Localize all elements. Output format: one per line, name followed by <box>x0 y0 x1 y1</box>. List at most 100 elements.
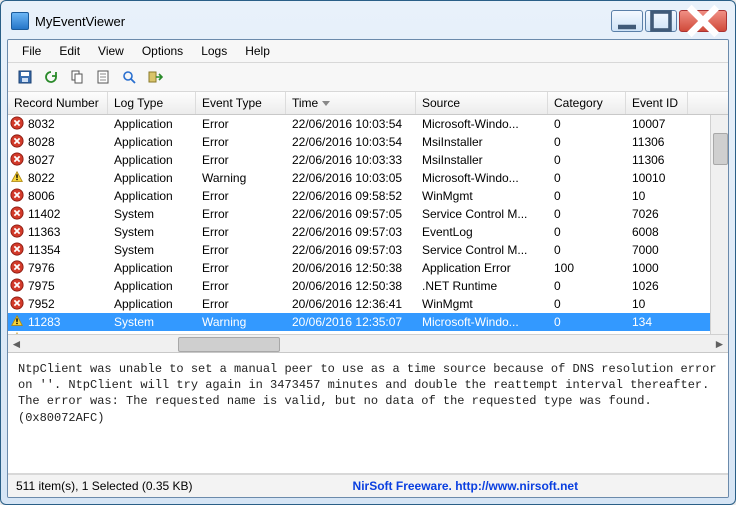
rows-container[interactable]: 8032ApplicationError22/06/2016 10:03:54M… <box>8 115 728 334</box>
cell-event-type: Error <box>196 207 286 221</box>
cell-event-type: Warning <box>196 315 286 329</box>
titlebar[interactable]: MyEventViewer <box>7 7 729 39</box>
vertical-scroll-thumb[interactable] <box>713 133 728 165</box>
cell-event-id: 10010 <box>626 171 688 185</box>
error-icon <box>10 242 24 259</box>
cell-category: 0 <box>548 279 626 293</box>
table-row[interactable]: 8028ApplicationError22/06/2016 10:03:54M… <box>8 133 728 151</box>
copy-icon[interactable] <box>66 66 88 88</box>
record-number: 7952 <box>28 297 55 311</box>
record-number: 8032 <box>28 117 55 131</box>
table-row[interactable]: 8032ApplicationError22/06/2016 10:03:54M… <box>8 115 728 133</box>
column-headers: Record Number Log Type Event Type Time S… <box>8 92 728 115</box>
table-row[interactable]: 8022ApplicationWarning22/06/2016 10:03:0… <box>8 169 728 187</box>
table-row[interactable]: 7975ApplicationError20/06/2016 12:50:38.… <box>8 277 728 295</box>
menu-view[interactable]: View <box>90 42 132 60</box>
cell-category: 0 <box>548 207 626 221</box>
minimize-button[interactable] <box>611 10 643 32</box>
record-number: 7976 <box>28 261 55 275</box>
cell-log-type: Application <box>108 153 196 167</box>
menu-file[interactable]: File <box>14 42 49 60</box>
nirsoft-link[interactable]: NirSoft Freeware. http://www.nirsoft.net <box>353 479 579 493</box>
error-icon <box>10 188 24 205</box>
cell-event-id: 10007 <box>626 117 688 131</box>
cell-source: Microsoft-Windo... <box>416 117 548 131</box>
table-row[interactable]: 8006ApplicationError22/06/2016 09:58:52W… <box>8 187 728 205</box>
cell-record: 8022 <box>8 170 108 187</box>
cell-event-type: Error <box>196 261 286 275</box>
properties-icon[interactable] <box>92 66 114 88</box>
cell-record: 8027 <box>8 152 108 169</box>
vertical-scrollbar[interactable] <box>710 115 728 334</box>
cell-record: 8028 <box>8 134 108 151</box>
col-category[interactable]: Category <box>548 92 626 114</box>
table-row[interactable]: 11363SystemError22/06/2016 09:57:03Event… <box>8 223 728 241</box>
error-icon <box>10 206 24 223</box>
col-log-type[interactable]: Log Type <box>108 92 196 114</box>
detail-pane[interactable]: NtpClient was unable to set a manual pee… <box>8 353 728 474</box>
cell-source: Microsoft-Windo... <box>416 315 548 329</box>
record-number: 11283 <box>28 315 60 329</box>
horizontal-scrollbar[interactable]: ◄ ► <box>8 334 728 352</box>
cell-event-id: 6008 <box>626 225 688 239</box>
table-row[interactable]: 11283SystemWarning20/06/2016 12:35:07Mic… <box>8 313 728 331</box>
col-time-label: Time <box>292 96 318 110</box>
horizontal-scroll-thumb[interactable] <box>178 337 280 352</box>
cell-source: Application Error <box>416 261 548 275</box>
table-row[interactable]: 7976ApplicationError20/06/2016 12:50:38A… <box>8 259 728 277</box>
cell-log-type: Application <box>108 117 196 131</box>
cell-source: MsiInstaller <box>416 153 548 167</box>
cell-event-type: Error <box>196 117 286 131</box>
hscroll-left-arrow-icon[interactable]: ◄ <box>8 335 25 352</box>
cell-category: 0 <box>548 189 626 203</box>
col-record-number[interactable]: Record Number <box>8 92 108 114</box>
table-row[interactable]: 11354SystemError22/06/2016 09:57:03Servi… <box>8 241 728 259</box>
cell-event-id: 134 <box>626 315 688 329</box>
refresh-icon[interactable] <box>40 66 62 88</box>
find-icon[interactable] <box>118 66 140 88</box>
menubar: File Edit View Options Logs Help <box>8 40 728 63</box>
record-number: 8006 <box>28 189 55 203</box>
cell-record: 7976 <box>8 260 108 277</box>
cell-category: 100 <box>548 261 626 275</box>
cell-category: 0 <box>548 135 626 149</box>
cell-log-type: System <box>108 207 196 221</box>
menu-help[interactable]: Help <box>237 42 278 60</box>
error-icon <box>10 134 24 151</box>
cell-time: 20/06/2016 12:50:38 <box>286 279 416 293</box>
cell-event-type: Error <box>196 153 286 167</box>
app-window: MyEventViewer File Edit View Options Log… <box>0 0 736 505</box>
table-row[interactable]: 11402SystemError22/06/2016 09:57:05Servi… <box>8 205 728 223</box>
menu-edit[interactable]: Edit <box>51 42 88 60</box>
warning-icon <box>10 170 24 187</box>
record-number: 11402 <box>28 207 60 221</box>
cell-log-type: System <box>108 225 196 239</box>
statusbar: 511 item(s), 1 Selected (0.35 KB) NirSof… <box>8 474 728 497</box>
hscroll-right-arrow-icon[interactable]: ► <box>711 335 728 352</box>
cell-source: MsiInstaller <box>416 135 548 149</box>
cell-log-type: Application <box>108 189 196 203</box>
save-icon[interactable] <box>14 66 36 88</box>
cell-event-id: 10 <box>626 189 688 203</box>
col-event-type[interactable]: Event Type <box>196 92 286 114</box>
cell-event-type: Warning <box>196 171 286 185</box>
cell-category: 0 <box>548 153 626 167</box>
maximize-button[interactable] <box>645 10 677 32</box>
cell-time: 22/06/2016 09:57:03 <box>286 243 416 257</box>
menu-logs[interactable]: Logs <box>193 42 235 60</box>
record-number: 8022 <box>28 171 55 185</box>
table-row[interactable]: 7952ApplicationError20/06/2016 12:36:41W… <box>8 295 728 313</box>
error-icon <box>10 260 24 277</box>
close-button[interactable] <box>679 10 727 32</box>
error-icon <box>10 152 24 169</box>
event-grid: Record Number Log Type Event Type Time S… <box>8 92 728 353</box>
menu-options[interactable]: Options <box>134 42 191 60</box>
col-source[interactable]: Source <box>416 92 548 114</box>
col-event-id[interactable]: Event ID <box>626 92 688 114</box>
cell-source: EventLog <box>416 225 548 239</box>
col-time[interactable]: Time <box>286 92 416 114</box>
exit-icon[interactable] <box>144 66 166 88</box>
error-icon <box>10 224 24 241</box>
table-row[interactable]: 8027ApplicationError22/06/2016 10:03:33M… <box>8 151 728 169</box>
cell-record: 11363 <box>8 224 108 241</box>
